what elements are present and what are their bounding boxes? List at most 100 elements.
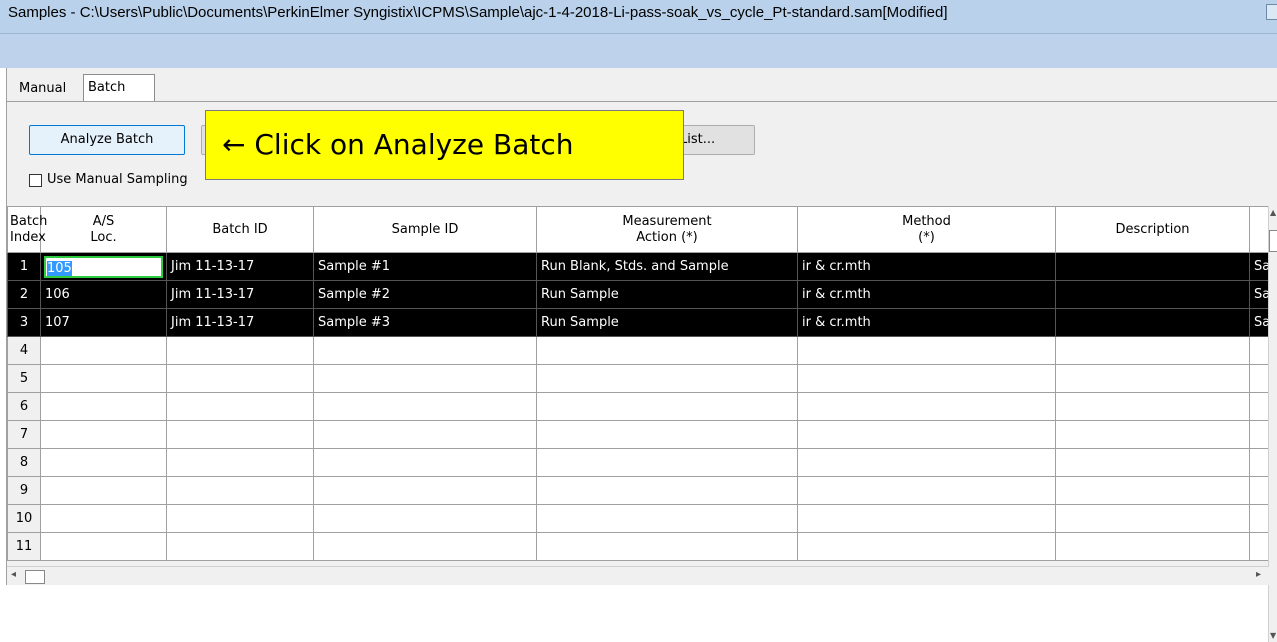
sample-id-cell[interactable]: Sample #1 [313,252,537,281]
scroll-left-icon[interactable]: ◂ [11,569,16,580]
description-cell[interactable] [1055,280,1250,309]
batch-index-cell[interactable]: 10 [7,504,41,533]
vertical-scroll-thumb[interactable] [1269,230,1277,252]
batch-index-cell[interactable]: 1 [7,252,41,281]
sample-id-cell[interactable] [313,364,537,393]
method-cell[interactable] [797,420,1056,449]
measurement-action-cell[interactable]: Run Blank, Stds. and Sample [536,252,798,281]
batch-id-cell[interactable] [166,420,314,449]
method-cell[interactable] [797,476,1056,505]
description-cell[interactable] [1055,252,1250,281]
batch-index-cell[interactable]: 5 [7,364,41,393]
batch-index-cell[interactable]: 4 [7,336,41,365]
horizontal-scroll-thumb[interactable] [25,570,45,584]
method-cell[interactable]: ir & cr.mth [797,280,1056,309]
measurement-action-cell[interactable] [536,336,798,365]
batch-id-cell[interactable] [166,476,314,505]
batch-index-cell[interactable]: 3 [7,308,41,337]
extra-cell[interactable] [1249,392,1270,421]
column-header-method[interactable]: Method (*) [797,206,1056,253]
sample-id-cell[interactable] [313,336,537,365]
batch-id-cell[interactable]: Jim 11-13-17 [166,280,314,309]
extra-cell[interactable] [1249,336,1270,365]
column-header-description[interactable]: Description [1055,206,1250,253]
sample-id-cell[interactable] [313,504,537,533]
extra-cell[interactable]: Sa [1249,252,1270,281]
sample-id-cell[interactable]: Sample #3 [313,308,537,337]
method-cell[interactable] [797,504,1056,533]
extra-cell[interactable]: Sa [1249,308,1270,337]
horizontal-scrollbar[interactable]: ◂ ▸ [7,566,1269,585]
as-loc-cell[interactable] [40,392,167,421]
measurement-action-cell[interactable] [536,504,798,533]
as-loc-cell[interactable] [40,420,167,449]
method-cell[interactable] [797,532,1056,561]
sample-id-cell[interactable] [313,420,537,449]
sample-id-cell[interactable] [313,532,537,561]
batch-id-cell[interactable]: Jim 11-13-17 [166,308,314,337]
manual-sampling-checkbox[interactable] [29,174,42,187]
table-row[interactable]: 1 105 Jim 11-13-17 Sample #1 Run Blank, Stds… [7,252,1270,281]
scroll-right-icon[interactable]: ▸ [1256,569,1261,580]
extra-cell[interactable] [1249,448,1270,477]
tab-batch[interactable]: Batch [83,74,155,101]
method-cell[interactable] [797,448,1056,477]
as-loc-cell[interactable]: 105 [40,252,167,281]
sample-id-cell[interactable] [313,476,537,505]
measurement-action-cell[interactable] [536,364,798,393]
measurement-action-cell[interactable]: Run Sample [536,280,798,309]
description-cell[interactable] [1055,392,1250,421]
table-row[interactable]: 3 107 Jim 11-13-17 Sample #3 Run Sample ir & … [7,308,1270,337]
batch-index-cell[interactable]: 2 [7,280,41,309]
column-header-as-loc[interactable]: A/S Loc. [40,206,167,253]
batch-index-cell[interactable]: 11 [7,532,41,561]
batch-id-cell[interactable] [166,336,314,365]
table-row[interactable]: 9 [7,476,1270,505]
extra-cell[interactable] [1249,504,1270,533]
table-row[interactable]: 5 [7,364,1270,393]
extra-cell[interactable]: Sa [1249,280,1270,309]
measurement-action-cell[interactable] [536,420,798,449]
method-cell[interactable] [797,364,1056,393]
batch-id-cell[interactable] [166,532,314,561]
as-loc-cell[interactable] [40,504,167,533]
sample-id-cell[interactable] [313,448,537,477]
extra-cell[interactable] [1249,420,1270,449]
extra-cell[interactable] [1249,364,1270,393]
as-loc-cell[interactable] [40,448,167,477]
scroll-up-icon[interactable]: ▲ [1270,208,1276,217]
tab-manual[interactable]: Manual [15,77,70,101]
method-cell[interactable] [797,336,1056,365]
sample-id-cell[interactable]: Sample #2 [313,280,537,309]
table-row[interactable]: 11 [7,532,1270,561]
description-cell[interactable] [1055,448,1250,477]
method-cell[interactable]: ir & cr.mth [797,308,1056,337]
description-cell[interactable] [1055,336,1250,365]
batch-id-cell[interactable]: Jim 11-13-17 [166,252,314,281]
description-cell[interactable] [1055,504,1250,533]
batch-id-cell[interactable] [166,504,314,533]
measurement-action-cell[interactable] [536,448,798,477]
vertical-scrollbar[interactable]: ▲ ▼ [1268,206,1277,642]
measurement-action-cell[interactable]: Run Sample [536,308,798,337]
description-cell[interactable] [1055,476,1250,505]
analyze-batch-button[interactable]: Analyze Batch [29,125,185,155]
column-header-sample-id[interactable]: Sample ID [313,206,537,253]
extra-cell[interactable] [1249,532,1270,561]
as-loc-cell[interactable] [40,336,167,365]
batch-id-cell[interactable] [166,392,314,421]
as-loc-edit-field[interactable]: 105 [44,255,163,278]
batch-index-cell[interactable]: 7 [7,420,41,449]
description-cell[interactable] [1055,308,1250,337]
column-header-batch-index[interactable]: Batch Index [7,206,47,253]
as-loc-cell[interactable] [40,476,167,505]
as-loc-cell[interactable] [40,364,167,393]
table-row[interactable]: 4 [7,336,1270,365]
method-cell[interactable] [797,392,1056,421]
as-loc-cell[interactable]: 107 [40,308,167,337]
batch-index-cell[interactable]: 8 [7,448,41,477]
description-cell[interactable] [1055,532,1250,561]
window-control-button[interactable] [1266,4,1277,20]
column-header-extra[interactable] [1249,206,1270,253]
table-row[interactable]: 8 [7,448,1270,477]
